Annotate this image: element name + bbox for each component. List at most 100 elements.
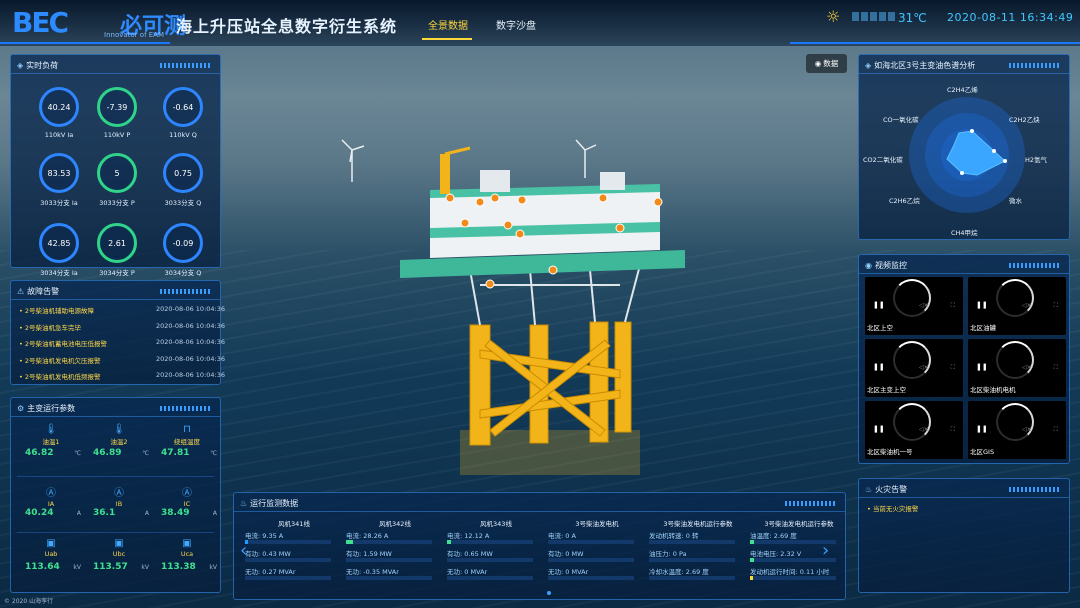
title-decoration: [1009, 63, 1061, 68]
param-cell: ⊓ 绕组温度 47.81 ℃: [155, 424, 219, 462]
alarm-text: • 2号柴油机蓄电池电压低报警: [19, 340, 108, 348]
metric-text: 发动机转速: 0 转: [649, 532, 699, 540]
video-feed[interactable]: ❚❚ ◁× ⛶ 北区主变上空: [865, 339, 963, 397]
param-value: 46.82: [25, 448, 54, 458]
fault-alarm-panel: ⚠ 故障告警 • 2号柴油机辅助电源故障 2020-08-06 10:04:36 • …: [10, 280, 225, 385]
mute-icon[interactable]: ◁×: [919, 426, 929, 433]
gas-analysis-panel: ◈ 如海北区3号主变油色谱分析 C2H4乙烯 C2H2乙炔 H2氢气 微水 CH4…: [858, 54, 1070, 240]
monitor-column-head: 风机343线: [480, 520, 512, 528]
title-decoration: [160, 63, 212, 68]
camera-label: 北区油罐: [970, 324, 996, 332]
play-icon[interactable]: ❚❚: [976, 363, 988, 371]
param-name: IA: [47, 500, 55, 508]
param-name: 绕组温度: [174, 438, 200, 446]
play-icon[interactable]: ❚❚: [873, 301, 885, 309]
metric-bar-fill: [245, 540, 249, 544]
tab-panorama-data[interactable]: 全景数据: [428, 17, 468, 32]
system-title: 海上升压站全息数字衍生系统: [176, 17, 398, 36]
metric-bar: [346, 558, 432, 562]
gauge-ring: 83.53: [39, 153, 79, 193]
gauge-value: -0.09: [172, 238, 194, 248]
play-icon[interactable]: ❚❚: [873, 425, 885, 433]
title-decoration: [785, 501, 837, 506]
alarm-time: 2020-08-06 10:04:36: [155, 338, 225, 346]
fire-icon: ♨: [865, 485, 873, 494]
alarm-row[interactable]: • 2号柴油机急车完毕 2020-08-06 10:04:36: [19, 322, 225, 332]
pager-dot[interactable]: [547, 591, 551, 595]
weather-bars-decoration: [852, 12, 895, 21]
param-name: Uab: [44, 550, 58, 558]
metric-bar: [548, 576, 634, 580]
param-unit: A: [76, 510, 81, 517]
video-feed[interactable]: ❚❚ ◁× ⛶ 北区GIS: [968, 401, 1066, 459]
camera-label: 北区GIS: [970, 448, 995, 456]
mute-icon[interactable]: ◁×: [1022, 364, 1032, 371]
gauge-ring: 5: [97, 153, 137, 193]
param-cell: ▣ Uca 113.38 kV: [155, 538, 219, 576]
metric-bar: [447, 558, 533, 562]
fullscreen-icon[interactable]: ⛶: [1054, 302, 1058, 310]
loading-spinner-icon: [893, 403, 931, 441]
video-feed[interactable]: ❚❚ ◁× ⛶ 北区上空: [865, 277, 963, 335]
param-unit: ℃: [142, 450, 149, 457]
alarm-time: 2020-08-06 10:04:36: [155, 371, 225, 379]
load-gauge: 0.75 3033分支 Q: [163, 153, 203, 207]
data-icon: ◉: [814, 59, 822, 68]
metric-text: 油温度: 2.69 度: [750, 532, 797, 540]
mute-icon[interactable]: ◁×: [1022, 302, 1032, 309]
panel-title: 火灾告警: [875, 485, 908, 494]
fullscreen-icon[interactable]: ⛶: [951, 426, 955, 434]
tab-digital-sandbox[interactable]: 数字沙盘: [496, 17, 536, 32]
alarm-row[interactable]: • 2号柴油机发电机欠压报警 2020-08-06 10:04:36: [19, 355, 225, 365]
play-icon[interactable]: ❚❚: [976, 425, 988, 433]
fullscreen-icon[interactable]: ⛶: [1054, 364, 1058, 372]
video-monitor-panel: ◉ 视频监控 ❚❚ ◁× ⛶ 北区上空 ❚❚ ◁× ⛶ 北区油罐 ❚❚ ◁× ⛶ 北区主变上空 ❚❚ ◁× ⛶…: [858, 254, 1070, 464]
mute-icon[interactable]: ◁×: [1022, 426, 1032, 433]
monitor-metric: 电流: 0 A: [548, 530, 646, 548]
metric-text: 有功: 0 MW: [548, 550, 584, 558]
monitor-metric: 油温度: 2.69 度: [750, 530, 848, 548]
monitor-metric: 有功: 0.65 MW: [447, 548, 545, 566]
metric-text: 有功: 1.59 MW: [346, 550, 392, 558]
metric-bar: [346, 540, 432, 544]
metric-bar: [750, 540, 836, 544]
metric-text: 电流: 28.26 A: [346, 532, 389, 540]
gauge-label: 110kV P: [103, 131, 131, 139]
param-cell: ▣ Uab 113.64 kV: [19, 538, 83, 576]
video-feed[interactable]: ❚❚ ◁× ⛶ 北区柴油机电机: [968, 339, 1066, 397]
mute-icon[interactable]: ◁×: [919, 302, 929, 309]
camera-label: 北区柴油机一号: [867, 448, 913, 456]
gauge-ring: 0.75: [163, 153, 203, 193]
fullscreen-icon[interactable]: ⛶: [951, 364, 955, 372]
monitor-metric: 电流: 28.26 A: [346, 530, 444, 548]
play-icon[interactable]: ❚❚: [976, 301, 988, 309]
metric-bar: [750, 576, 836, 580]
param-name: IB: [115, 500, 123, 508]
data-button[interactable]: ◉ 数据: [806, 54, 847, 73]
fullscreen-icon[interactable]: ⛶: [951, 302, 955, 310]
alarm-icon: ⚠: [17, 287, 25, 296]
monitor-metric: 发动机运行时间: 0.11 小时: [750, 566, 848, 584]
alarm-time: 2020-08-06 10:04:36: [155, 354, 225, 363]
monitor-column: 3号柴油发电机运行参数 发动机转速: 0 转油压力: 0 Pa 冷却水温度: 2.6…: [649, 518, 747, 584]
copyright: © 2020 山海孪行: [4, 598, 54, 605]
metric-bar: [750, 558, 836, 562]
play-icon[interactable]: ❚❚: [873, 363, 885, 371]
video-feed[interactable]: ❚❚ ◁× ⛶ 北区柴油机一号: [865, 401, 963, 459]
monitor-metric: 电流: 9.35 A: [245, 530, 343, 548]
alarm-row[interactable]: • 2号柴油机辅助电源故障 2020-08-06 10:04:36: [19, 305, 225, 315]
fullscreen-icon[interactable]: ⛶: [1054, 426, 1058, 434]
metric-text: 无功: 0 MVAr: [548, 568, 589, 576]
video-feed[interactable]: ❚❚ ◁× ⛶ 北区油罐: [968, 277, 1066, 335]
sun-icon: ☼: [826, 7, 841, 26]
metric-bar: [245, 540, 331, 544]
alarm-row[interactable]: • 2号柴油机蓄电池电压低报警 2020-08-06 10:04:36: [19, 338, 225, 348]
mute-icon[interactable]: ◁×: [919, 364, 929, 371]
param-unit: ℃: [74, 450, 81, 457]
metric-bar: [447, 576, 533, 580]
substation-3d-model[interactable]: [330, 110, 730, 480]
transformer-params-panel: ⚙ 主变运行参数 🌡 油温1 46.82 ℃ 🌡 油温2 46.89 ℃ ⊓ 绕组温度 47.81 ℃ Ⓐ…: [10, 397, 221, 593]
gauge-value: 2.61: [108, 238, 126, 248]
panel-title: 如海北区3号主变油色谱分析: [874, 61, 976, 70]
alarm-row[interactable]: • 2号柴油机发电机低频报警 2020-08-06 10:04:36: [19, 371, 225, 381]
